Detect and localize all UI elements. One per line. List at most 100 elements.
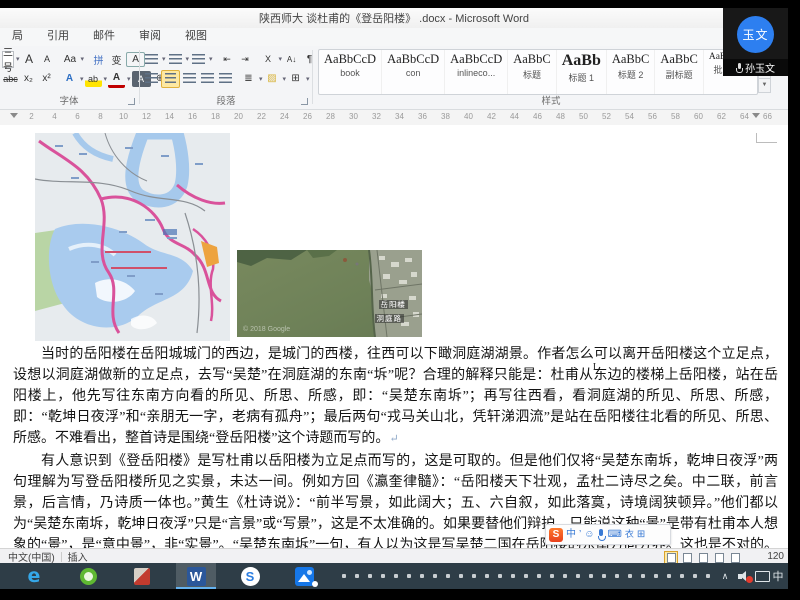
sogou-logo-icon[interactable]: S (549, 528, 563, 542)
bullets-dropdown-icon[interactable]: ▾ (162, 55, 166, 63)
style-gallery-item[interactable]: AaBbC 副标题 (655, 50, 704, 94)
font-size-box[interactable]: 三号 (2, 51, 14, 68)
taskbar-overflow-dots (338, 563, 716, 589)
style-gallery-item[interactable]: AaBb 标题 1 (557, 50, 607, 94)
ime-voice-icon[interactable] (597, 529, 604, 541)
shading-button[interactable]: ▨ (264, 71, 281, 87)
taskbar-sogou-button[interactable]: S (230, 563, 270, 589)
map-image-dongting-lake[interactable] (35, 133, 230, 341)
line-spacing-button[interactable]: ≣ (240, 71, 257, 87)
borders-dropdown-icon[interactable]: ▾ (306, 75, 310, 83)
indent-marker[interactable] (10, 113, 18, 118)
style-gallery-item[interactable]: AaBbC 标题 (508, 50, 557, 94)
superscript-button[interactable]: x² (38, 71, 55, 87)
font-dialog-launcher[interactable] (128, 98, 135, 105)
distribute-icon[interactable] (219, 73, 232, 84)
numbering-icon[interactable] (169, 54, 182, 65)
status-insert-mode[interactable]: 插入 (68, 549, 88, 564)
tray-keyboard-button[interactable] (754, 563, 770, 589)
borders-button[interactable]: ⊞ (287, 71, 304, 87)
strikethrough-button[interactable]: abc (2, 71, 19, 87)
phonetic-guide-button[interactable]: 拼 (90, 51, 107, 67)
justify-icon[interactable] (201, 73, 214, 84)
ribbon-tab[interactable]: 引用 (35, 25, 81, 46)
line-spacing-dropdown-icon[interactable]: ▾ (259, 75, 263, 83)
font-size-dropdown-icon[interactable]: ▾ (16, 55, 20, 63)
font-color-button[interactable]: A (108, 69, 125, 88)
asian-layout-dropdown-icon[interactable]: ▾ (279, 55, 283, 63)
right-indent-marker[interactable] (752, 113, 760, 118)
multilevel-dropdown-icon[interactable]: ▾ (209, 55, 213, 63)
asian-layout-button[interactable]: X (260, 51, 277, 67)
bullets-icon[interactable] (145, 54, 158, 65)
paragraph-group-label: 段落 (141, 93, 311, 107)
tray-volume-button[interactable] (736, 563, 752, 589)
ruler-tick: 34 (388, 110, 411, 124)
ruler-tick: 20 (227, 110, 250, 124)
paragraph-dialog-launcher[interactable] (301, 98, 308, 105)
shading-dropdown-icon[interactable]: ▾ (283, 75, 287, 83)
subscript-button[interactable]: x₂ (20, 71, 37, 87)
notification-badge (745, 575, 754, 584)
grow-font-button[interactable]: A (21, 51, 38, 67)
font-color-dropdown-icon[interactable]: ▾ (127, 75, 131, 83)
gallery-more-icon[interactable]: ▼ (758, 79, 771, 93)
shrink-font-button[interactable]: A (39, 51, 56, 67)
style-gallery-item[interactable]: AaBbCcD book (319, 50, 382, 94)
microphone-icon (736, 63, 742, 73)
ribbon-tab[interactable]: 视图 (173, 25, 219, 46)
status-language[interactable]: 中文(中国) (8, 549, 55, 564)
tray-expand-button[interactable]: ∧ (718, 563, 732, 589)
change-case-button[interactable]: Aa (62, 51, 79, 67)
align-center-icon[interactable] (165, 73, 176, 84)
taskbar-meeting-button[interactable] (284, 563, 324, 589)
style-sample: AaBbCcD (324, 52, 376, 67)
character-scale-button[interactable]: 变 (108, 51, 125, 67)
ribbon-tab[interactable]: 审阅 (127, 25, 173, 46)
meeting-participant-overlay[interactable]: 玉文 孙玉文 (723, 8, 788, 76)
ribbon-tab[interactable]: 局 (0, 25, 35, 46)
ime-chinese-mode-icon[interactable]: 中 (566, 526, 576, 543)
taskbar: e W S ∧ 中 (0, 563, 788, 589)
satellite-image-yueyang[interactable]: 岳阳楼 洞庭路 © 2018 Google (237, 250, 422, 337)
sort-button[interactable]: A↓ (283, 51, 300, 67)
green-browser-icon (80, 568, 97, 585)
numbering-dropdown-icon[interactable]: ▾ (186, 55, 190, 63)
satellite-label-building: 岳阳楼 (379, 300, 409, 309)
ruler-tick: 36 (411, 110, 434, 124)
ruler-tick: 44 (503, 110, 526, 124)
change-case-dropdown-icon[interactable]: ▾ (81, 55, 85, 63)
style-gallery-item[interactable]: AaBbCcD inlineco... (445, 50, 508, 94)
style-label: 标题 1 (562, 71, 601, 84)
paragraph-1[interactable]: 当时的岳阳楼在岳阳城城门的西边，是城门的西楼，往西可以下瞰洞庭湖湖景。作者怎么可… (13, 344, 778, 450)
align-right-icon[interactable] (183, 73, 196, 84)
ime-keyboard-icon[interactable]: ⌨ (607, 526, 621, 543)
ribbon-tab[interactable]: 邮件 (81, 25, 127, 46)
highlight-color-button[interactable]: ab (85, 71, 102, 87)
highlight-dropdown-icon[interactable]: ▾ (104, 75, 108, 83)
paragraph-1-text[interactable]: 当时的岳阳楼在岳阳城城门的西边，是城门的西楼，往西可以下瞰洞庭湖湖景。作者怎么可… (13, 347, 778, 446)
red-app-icon (134, 568, 150, 585)
ruler-tick: 24 (273, 110, 296, 124)
sogou-ime-toolbar[interactable]: S 中 ’ ☺ ⌨ 衣 ⊞ (545, 524, 671, 545)
document-text[interactable]: 当时的岳阳楼在岳阳城城门的西边，是城门的西楼，往西可以下瞰洞庭湖湖景。作者怎么可… (13, 344, 778, 548)
ime-toolbox-icon[interactable]: ⊞ (637, 526, 645, 543)
text-effects-dropdown-icon[interactable]: ▾ (80, 75, 84, 83)
text-effects-button[interactable]: A (61, 71, 78, 87)
horizontal-ruler[interactable]: 2468101214161820222426283032343638404244… (0, 110, 788, 126)
decrease-indent-button[interactable]: ⇤ (219, 51, 236, 67)
style-gallery-item[interactable]: AaBbCcD con (382, 50, 445, 94)
tray-ime-indicator[interactable]: 中 (770, 563, 786, 589)
style-gallery-item[interactable]: AaBbC 标题 2 (607, 50, 656, 94)
taskbar-edge-button[interactable]: e (14, 563, 54, 589)
taskbar-reader-button[interactable] (122, 563, 162, 589)
taskbar-browser-button[interactable] (68, 563, 108, 589)
align-left-icon[interactable] (145, 73, 158, 84)
multilevel-list-icon[interactable] (192, 54, 205, 65)
increase-indent-button[interactable]: ⇥ (237, 51, 254, 67)
ime-skin-icon[interactable]: 衣 (625, 526, 634, 543)
taskbar-word-button[interactable]: W (176, 563, 216, 589)
ime-punctuation-icon[interactable]: ’ (579, 526, 581, 543)
document-page[interactable]: 岳阳楼 洞庭路 © 2018 Google 当时的岳阳楼在岳阳城城门的西边，是城… (0, 125, 788, 548)
ime-emoji-icon[interactable]: ☺ (584, 526, 594, 543)
